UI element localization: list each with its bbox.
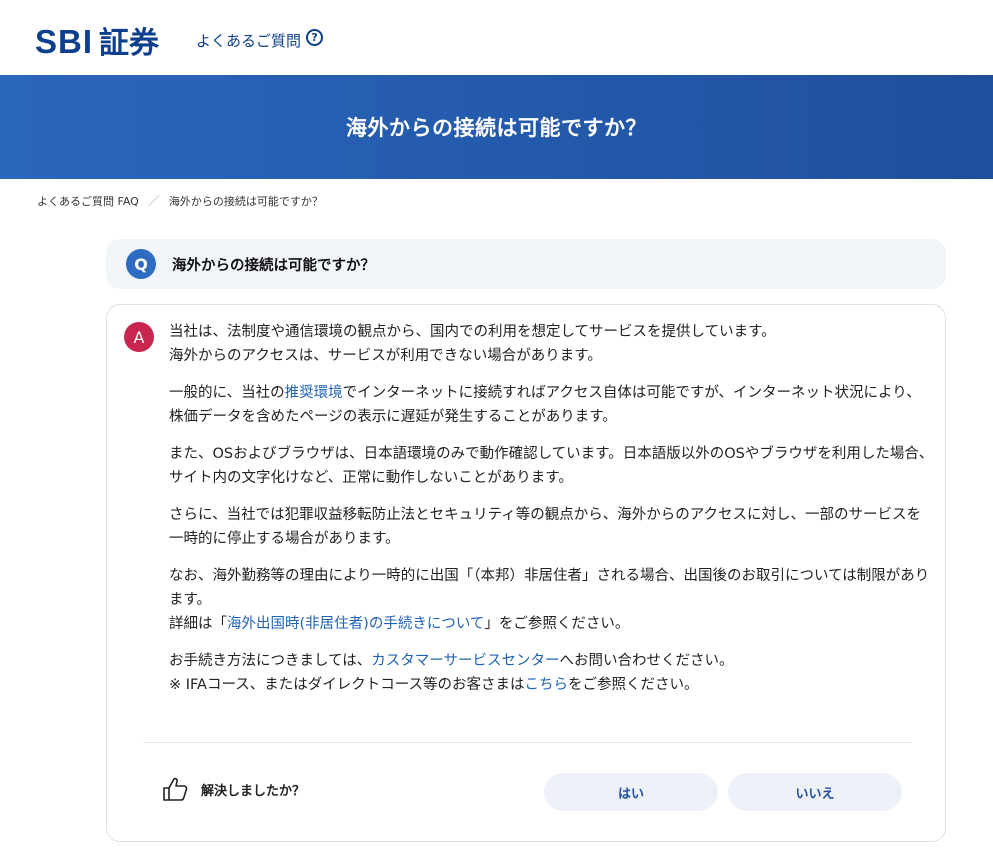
answer-p5-line1: なお、海外勤務等の理由により一時的に出国「（本邦）非居住者」される場合、出国後の…: [169, 568, 930, 608]
q-badge: Q: [126, 249, 156, 279]
answer-p1-line1: 当社は、法制度や通信環境の観点から、国内での利用を想定してサービスを提供していま…: [169, 324, 776, 340]
ifa-course-link[interactable]: こちら: [525, 677, 569, 693]
sbi-logo[interactable]: SBI 証券: [35, 18, 159, 62]
answer-paragraph-2: 一般的に、当社の推奨環境でインターネットに接続すればアクセス自体は可能ですが、イ…: [169, 381, 934, 429]
customer-service-center-link[interactable]: カスタマーサービスセンター: [371, 653, 559, 669]
breadcrumb: よくあるご質問 FAQ ／ 海外からの接続は可能ですか？: [37, 192, 323, 209]
answer-p5-line2-after: 」をご参照ください。: [484, 616, 630, 632]
logo-latin: SBI: [35, 23, 94, 60]
answer-p6-line1-after: へお問い合わせください。: [559, 653, 734, 669]
answer-paragraph-4: さらに、当社では犯罪収益移転防止法とセキュリティ等の観点から、海外からのアクセス…: [169, 507, 921, 547]
logo-kanji: 証券: [99, 26, 160, 61]
site-header: SBI 証券 よくあるご質問 ?: [0, 0, 993, 75]
answer-paragraph-5: なお、海外勤務等の理由により一時的に出国「（本邦）非居住者」される場合、出国後の…: [169, 564, 934, 636]
breadcrumb-separator: ／: [147, 194, 160, 208]
non-resident-procedure-link[interactable]: 海外出国時(非居住者)の手続きについて: [227, 616, 484, 632]
feedback-no-button[interactable]: いいえ: [728, 773, 902, 811]
answer-paragraph-6: お手続き方法につきましては、カスタマーサービスセンターへお問い合わせください。 …: [169, 649, 934, 697]
feedback-prompt: 解決しましたか？: [161, 775, 305, 803]
answer-p2-before: 一般的に、当社の: [169, 385, 285, 401]
question-box: Q 海外からの接続は可能ですか？: [106, 239, 946, 289]
feedback-label: 解決しましたか？: [201, 783, 306, 799]
answer-p6-line1-before: お手続き方法につきましては、: [169, 653, 372, 669]
answer-box: A 当社は、法制度や通信環境の観点から、国内での利用を想定してサービスを提供して…: [106, 304, 946, 842]
faq-link-label: よくあるご質問: [196, 32, 302, 50]
answer-p6-line2-after: をご参照ください。: [568, 677, 699, 693]
answer-divider: [143, 742, 911, 743]
answer-paragraph-3: また、OSおよびブラウザは、日本語環境のみで動作確認しています。日本語版以外のO…: [169, 446, 934, 486]
answer-body: 当社は、法制度や通信環境の観点から、国内での利用を想定してサービスを提供していま…: [169, 320, 934, 710]
recommended-environment-link[interactable]: 推奨環境: [285, 385, 343, 401]
answer-p6-line2-before: ※ IFAコース、またはダイレクトコース等のお客さまは: [169, 677, 525, 693]
answer-paragraph-1: 当社は、法制度や通信環境の観点から、国内での利用を想定してサービスを提供していま…: [169, 320, 934, 368]
breadcrumb-home-link[interactable]: よくあるご質問 FAQ: [37, 193, 139, 209]
a-badge: A: [124, 322, 154, 352]
question-circle-icon: ?: [306, 29, 324, 46]
answer-p5-line2-before: 詳細は「: [169, 616, 227, 632]
question-text: 海外からの接続は可能ですか？: [172, 257, 375, 274]
breadcrumb-current: 海外からの接続は可能ですか？: [168, 194, 323, 208]
faq-link[interactable]: よくあるご質問 ?: [196, 29, 324, 51]
answer-p1-line2: 海外からのアクセスは、サービスが利用できない場合があります。: [169, 348, 602, 364]
page-title: 海外からの接続は可能ですか？: [346, 116, 647, 140]
thumbs-up-icon: [163, 777, 188, 801]
page-banner: 海外からの接続は可能ですか？: [0, 75, 993, 179]
feedback-yes-button[interactable]: はい: [544, 773, 718, 811]
